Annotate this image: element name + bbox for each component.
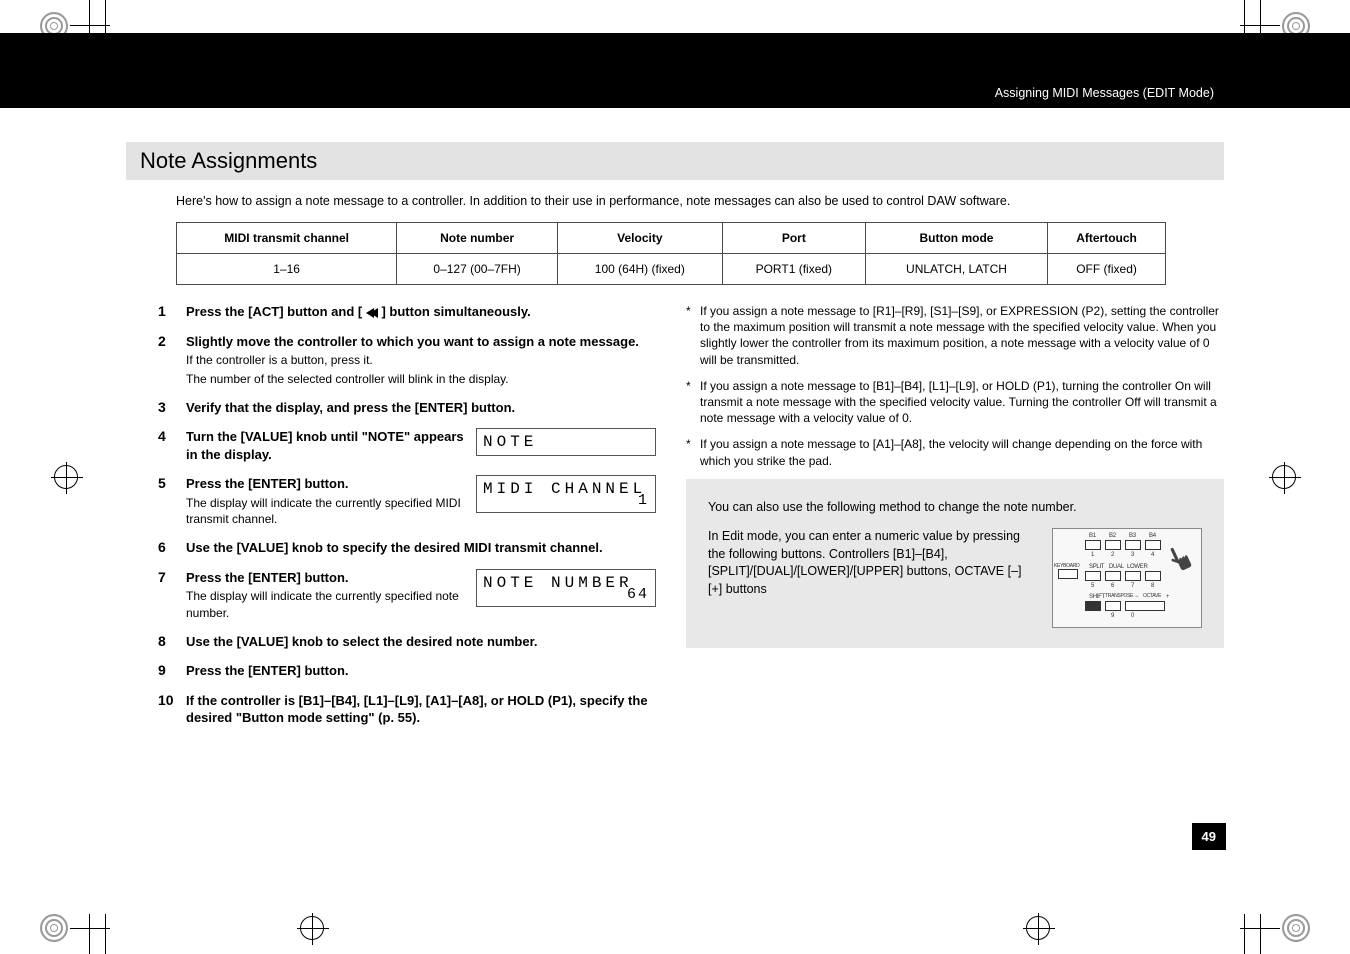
lcd-note: NOTE: [476, 428, 656, 456]
info-box-line2: In Edit mode, you can enter a numeric va…: [708, 528, 1038, 628]
step-2-sub1: If the controller is a button, press it.: [186, 352, 656, 368]
crop-mark: [1244, 914, 1245, 954]
step-5-sub: The display will indicate the currently …: [186, 495, 464, 527]
td-aftertouch: OFF (fixed): [1048, 254, 1166, 285]
td-button-mode: UNLATCH, LATCH: [865, 254, 1047, 285]
td-midi-channel: 1–16: [177, 254, 397, 285]
notes-list: If you assign a note message to [R1]–[R9…: [686, 303, 1224, 469]
crop-mark: [1240, 928, 1280, 929]
th-midi-channel: MIDI transmit channel: [177, 223, 397, 254]
th-button-mode: Button mode: [865, 223, 1047, 254]
step-3-title: Verify that the display, and press the […: [186, 399, 656, 417]
step-7-sub: The display will indicate the currently …: [186, 588, 464, 620]
crop-mark: [105, 914, 106, 954]
breadcrumb: Assigning MIDI Messages (EDIT Mode): [995, 86, 1214, 100]
rewind-icon: [370, 308, 378, 318]
registration-mark: [300, 916, 324, 940]
step-5-title: Press the [ENTER] button.: [186, 475, 464, 493]
registration-mark: [54, 465, 78, 489]
table-row: 1–16 0–127 (00–7FH) 100 (64H) (fixed) PO…: [177, 254, 1166, 285]
info-box-line1: You can also use the following method to…: [708, 499, 1202, 517]
th-note-number: Note number: [397, 223, 558, 254]
step-1-title: Press the [ACT] button and [ ] button si…: [186, 304, 531, 319]
step-9-title: Press the [ENTER] button.: [186, 662, 656, 680]
printer-mark: [40, 914, 68, 942]
crop-mark: [1260, 914, 1261, 954]
crop-mark: [70, 25, 110, 26]
td-velocity: 100 (64H) (fixed): [557, 254, 722, 285]
step-10-title: If the controller is [B1]–[B4], [L1]–[L9…: [186, 692, 656, 727]
step-2-sub2: The number of the selected controller wi…: [186, 371, 656, 387]
crop-mark: [1240, 25, 1280, 26]
th-velocity: Velocity: [557, 223, 722, 254]
registration-mark: [1026, 916, 1050, 940]
step-4-title: Turn the [VALUE] knob until "NOTE" appea…: [186, 428, 464, 463]
note-item: If you assign a note message to [R1]–[R9…: [686, 303, 1224, 368]
td-port: PORT1 (fixed): [722, 254, 865, 285]
note-item: If you assign a note message to [B1]–[B4…: [686, 378, 1224, 427]
table-header-row: MIDI transmit channel Note number Veloci…: [177, 223, 1166, 254]
registration-mark: [1272, 465, 1296, 489]
th-aftertouch: Aftertouch: [1048, 223, 1166, 254]
td-note-number: 0–127 (00–7FH): [397, 254, 558, 285]
step-7-title: Press the [ENTER] button.: [186, 569, 464, 587]
note-item: If you assign a note message to [A1]–[A8…: [686, 436, 1224, 468]
th-port: Port: [722, 223, 865, 254]
hand-pointer-icon: [1160, 538, 1200, 578]
page-number: 49: [1192, 823, 1226, 850]
crop-mark: [89, 914, 90, 954]
crop-mark: [70, 928, 110, 929]
printer-mark: [1282, 914, 1310, 942]
lcd-note-number: NOTE NUMBER 64: [476, 569, 656, 607]
step-8-title: Use the [VALUE] knob to select the desir…: [186, 633, 656, 651]
step-2-title: Slightly move the controller to which yo…: [186, 333, 656, 351]
step-6-title: Use the [VALUE] knob to specify the desi…: [186, 539, 656, 557]
info-box: You can also use the following method to…: [686, 479, 1224, 649]
lcd-midi-channel: MIDI CHANNEL 1: [476, 475, 656, 513]
section-title: Note Assignments: [126, 142, 1224, 180]
steps-list: Press the [ACT] button and [ ] button si…: [126, 303, 656, 727]
intro-text: Here's how to assign a note message to a…: [176, 194, 1224, 208]
parameter-table: MIDI transmit channel Note number Veloci…: [176, 222, 1166, 285]
keyboard-diagram: B1 B2 B3 B4 1 2 3 4 KEYBOARD: [1052, 528, 1202, 628]
